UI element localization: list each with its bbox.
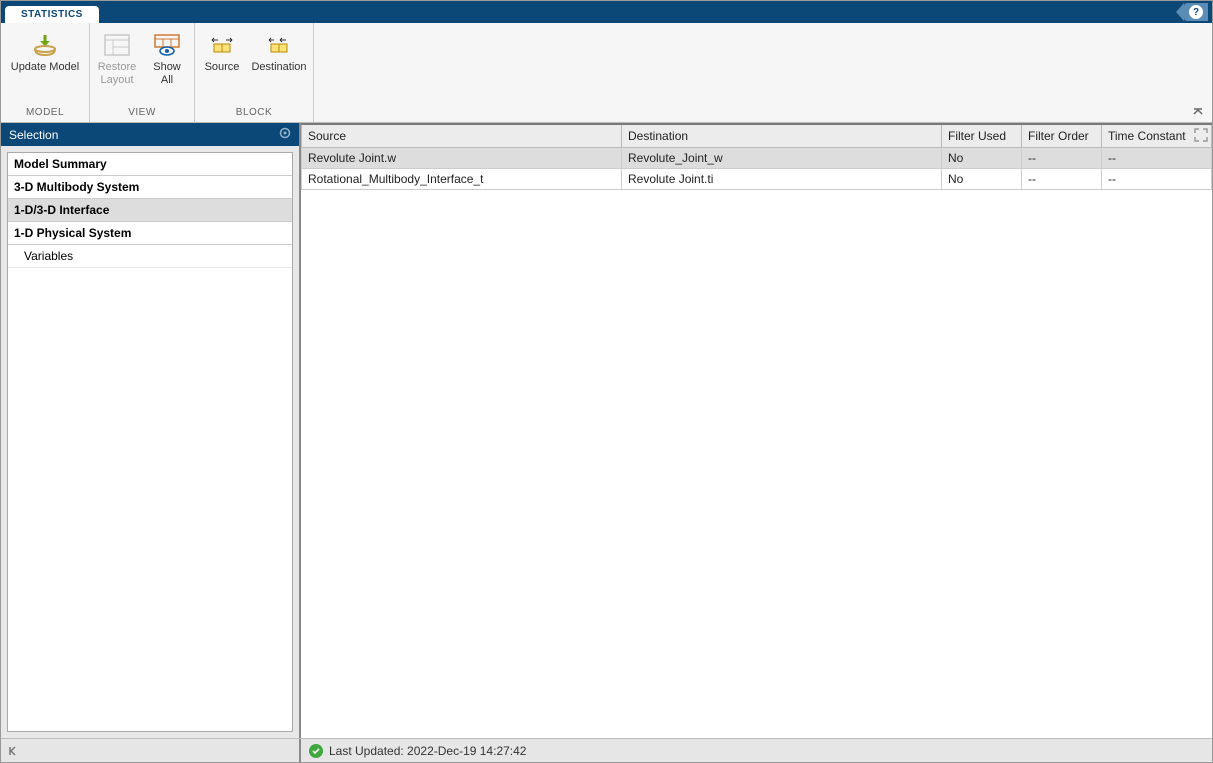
tree-item-3d-multibody[interactable]: 3-D Multibody System [8, 176, 292, 199]
cell-filter-order: -- [1022, 148, 1102, 169]
col-source[interactable]: Source [302, 124, 622, 148]
selection-panel-header: Selection [1, 123, 299, 146]
help-icon: ? [1189, 5, 1203, 19]
status-right: Last Updated: 2022-Dec-19 14:27:42 [301, 744, 526, 758]
maximize-panel-icon[interactable] [1194, 128, 1208, 142]
cell-filter-used: No [942, 169, 1022, 190]
destination-label: Destination [249, 61, 309, 74]
source-button[interactable]: Source [197, 25, 247, 105]
update-model-button[interactable]: Update Model [3, 25, 87, 105]
restore-layout-label: RestoreLayout [94, 61, 140, 87]
cell-time-constant: -- [1102, 148, 1212, 169]
status-ok-icon [309, 744, 323, 758]
ribbon-group-block-label: BLOCK [197, 105, 311, 122]
show-all-label: ShowAll [144, 61, 190, 87]
cell-filter-order: -- [1022, 169, 1102, 190]
interface-table: Source Destination Filter Used Filter Or… [301, 123, 1212, 190]
tree-item-1d-physical[interactable]: 1-D Physical System [8, 222, 292, 245]
ribbon-group-block: Source Destination BLOCK [195, 23, 314, 122]
cell-destination: Revolute Joint.ti [622, 169, 942, 190]
tab-statistics[interactable]: STATISTICS [5, 6, 99, 23]
ribbon-group-view: RestoreLayout ShowAll [90, 23, 195, 122]
details-panel: Source Destination Filter Used Filter Or… [301, 123, 1212, 738]
selection-tree: Model Summary 3-D Multibody System 1-D/3… [7, 152, 293, 732]
selection-panel-title: Selection [9, 128, 58, 142]
panel-options-icon[interactable] [279, 127, 291, 142]
show-all-button[interactable]: ShowAll [142, 25, 192, 105]
cell-source: Revolute Joint.w [302, 148, 622, 169]
col-destination[interactable]: Destination [622, 124, 942, 148]
cell-filter-used: No [942, 148, 1022, 169]
restore-layout-button: RestoreLayout [92, 25, 142, 105]
source-label: Source [199, 61, 245, 74]
cell-destination: Revolute_Joint_w [622, 148, 942, 169]
tree-item-1d3d-interface[interactable]: 1-D/3-D Interface [8, 199, 292, 222]
collapse-ribbon-button[interactable] [1192, 106, 1204, 118]
ribbon-group-model: Update Model MODEL [1, 23, 90, 122]
destination-button[interactable]: Destination [247, 25, 311, 105]
ribbon-group-model-label: MODEL [3, 105, 87, 122]
ribbon-spacer [314, 23, 1212, 122]
col-filter-order[interactable]: Filter Order [1022, 124, 1102, 148]
tab-strip: STATISTICS ? [1, 1, 1212, 23]
tree-item-variables[interactable]: Variables [8, 245, 292, 268]
update-model-icon [5, 31, 85, 59]
table-row[interactable]: Rotational_Multibody_Interface_t Revolut… [302, 169, 1212, 190]
restore-layout-icon [94, 31, 140, 59]
table-row[interactable]: Revolute Joint.w Revolute_Joint_w No -- … [302, 148, 1212, 169]
status-bar: Last Updated: 2022-Dec-19 14:27:42 [1, 738, 1212, 762]
selection-panel: Selection Model Summary 3-D Multibody Sy… [1, 123, 301, 738]
source-icon [199, 31, 245, 59]
status-text: Last Updated: 2022-Dec-19 14:27:42 [329, 744, 526, 758]
show-all-icon [144, 31, 190, 59]
help-button[interactable]: ? [1184, 3, 1208, 21]
ribbon-group-view-label: VIEW [92, 105, 192, 122]
update-model-label: Update Model [5, 61, 85, 74]
col-filter-used[interactable]: Filter Used [942, 124, 1022, 148]
main-area: Selection Model Summary 3-D Multibody Sy… [1, 123, 1212, 738]
tree-item-model-summary[interactable]: Model Summary [8, 153, 292, 176]
cell-source: Rotational_Multibody_Interface_t [302, 169, 622, 190]
ribbon: Update Model MODEL RestoreLayout [1, 23, 1212, 123]
status-left [1, 739, 301, 762]
prev-page-icon[interactable] [7, 745, 19, 757]
cell-time-constant: -- [1102, 169, 1212, 190]
destination-icon [249, 31, 309, 59]
table-header-row: Source Destination Filter Used Filter Or… [302, 124, 1212, 148]
